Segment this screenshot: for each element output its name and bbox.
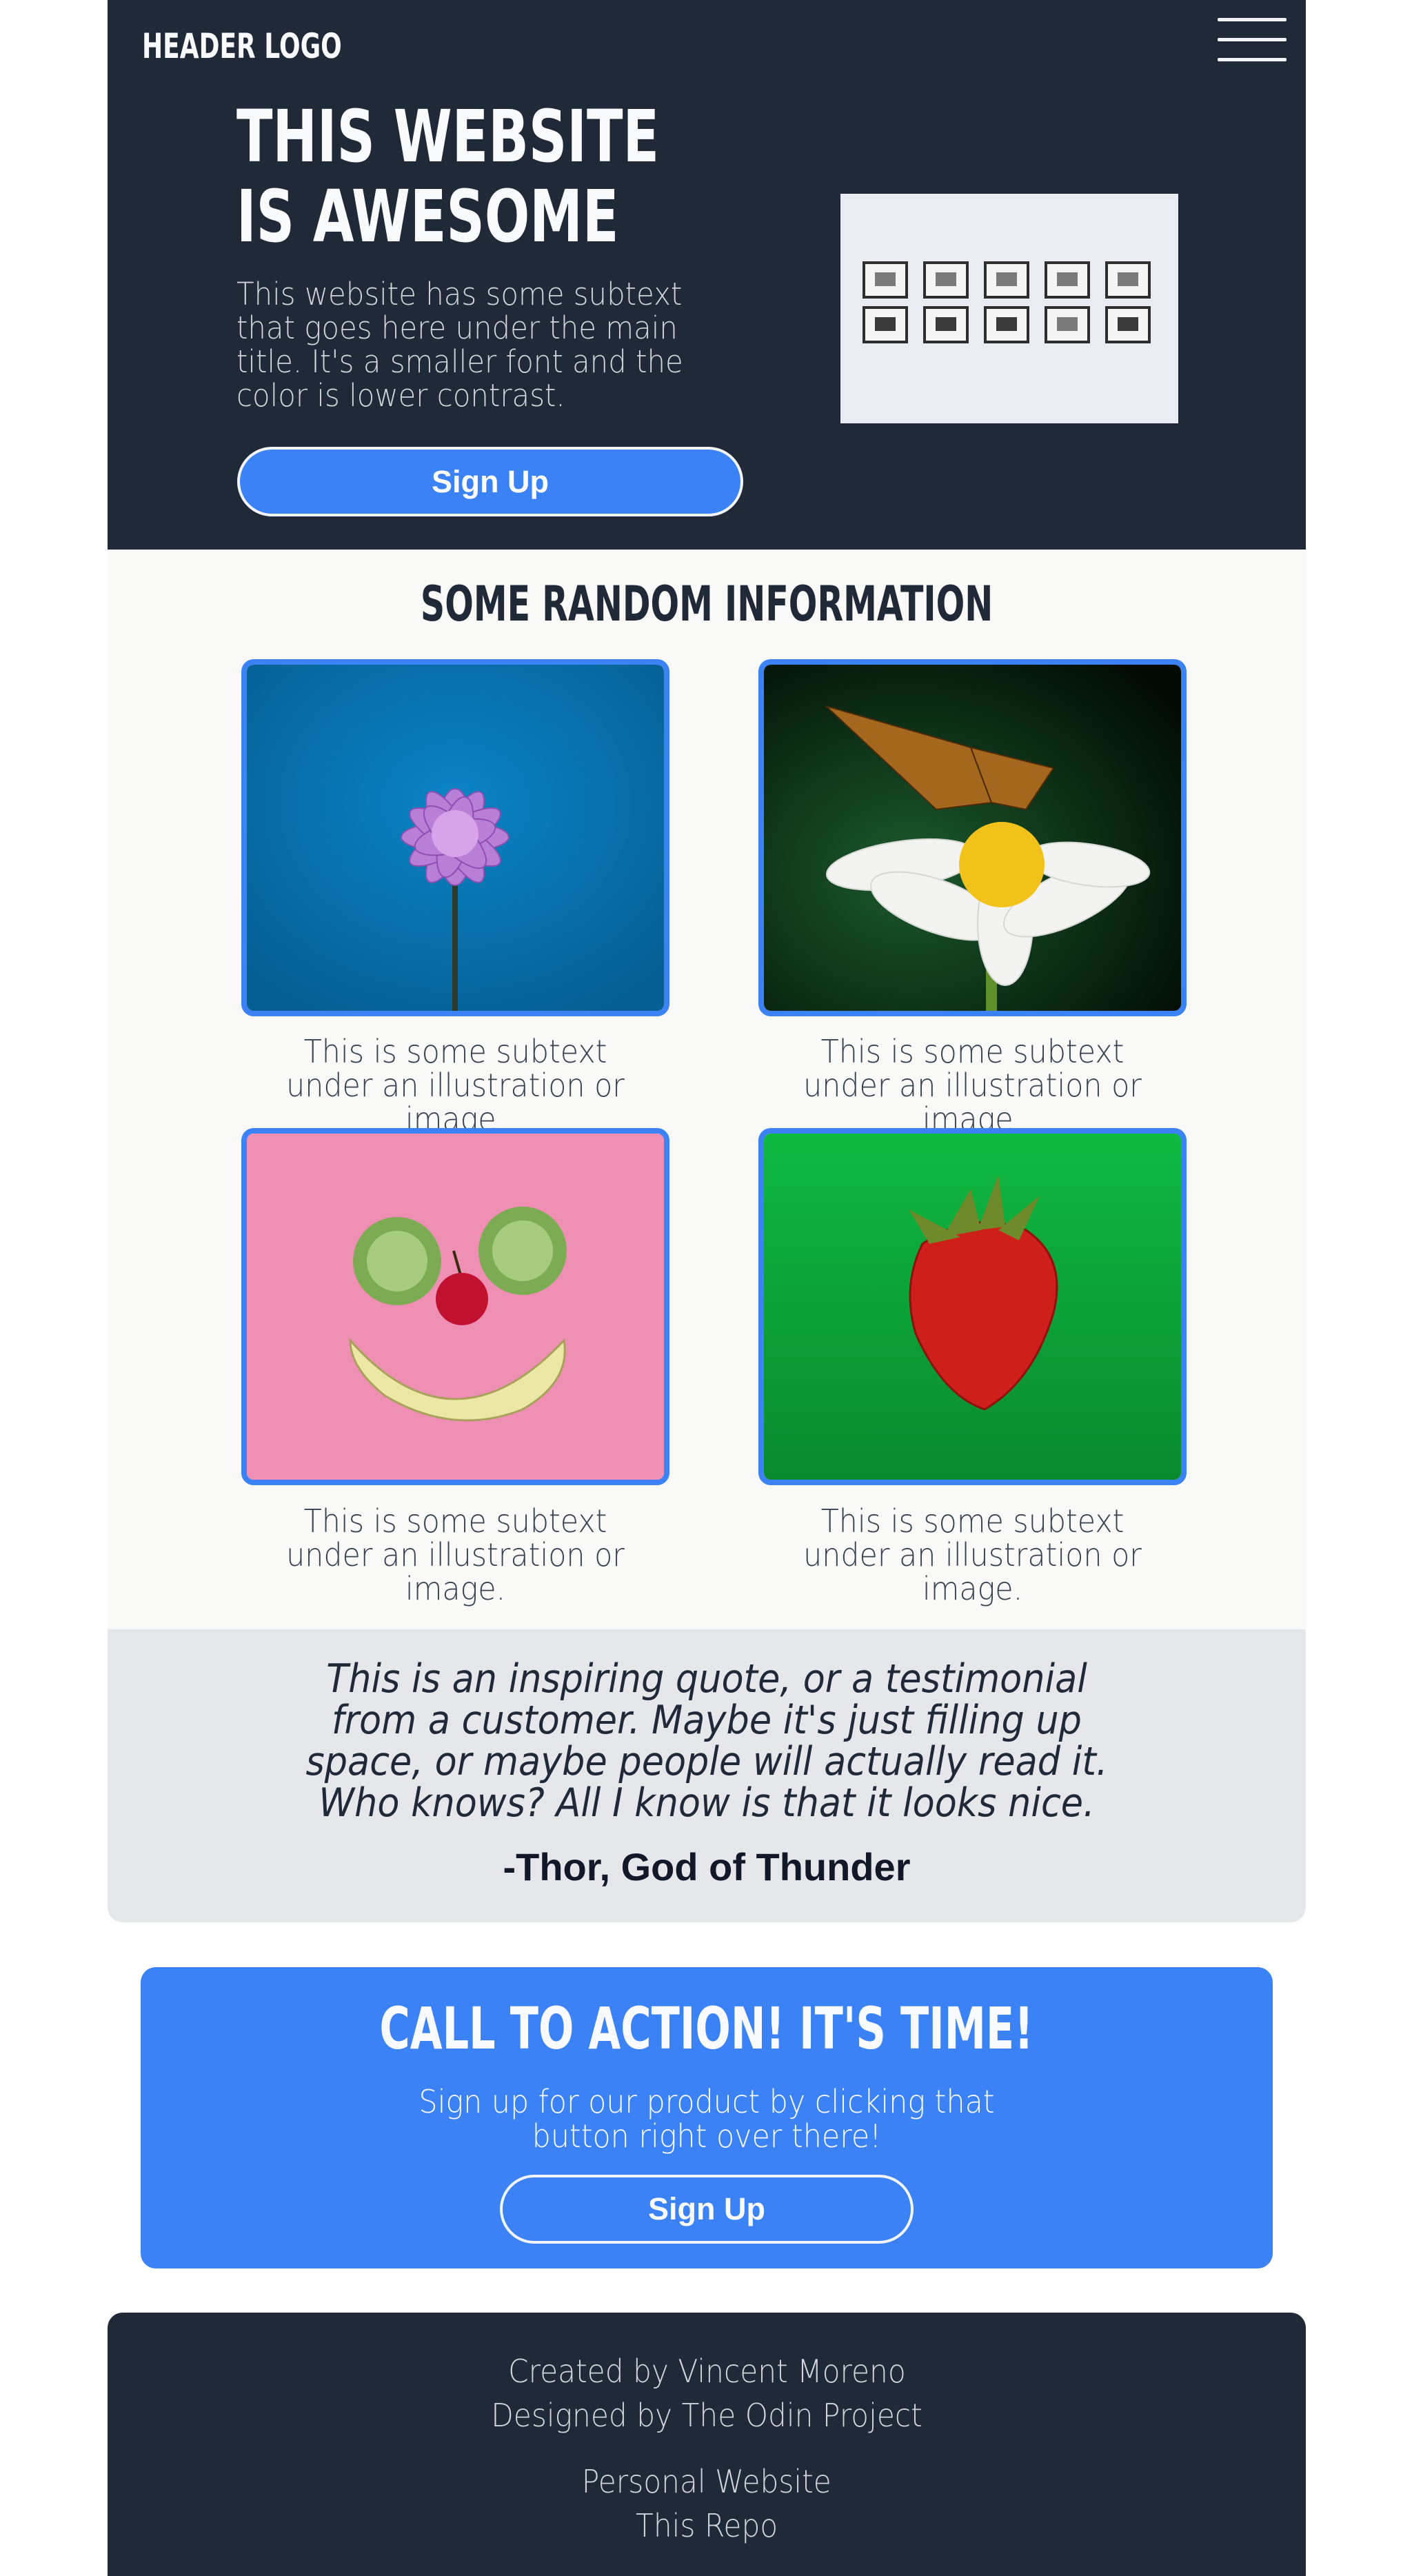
- fruit-smiley-face-photo: [247, 1134, 664, 1480]
- cta-text: Sign up for our product by clicking that…: [418, 2083, 995, 2155]
- hero-signup-button[interactable]: Sign Up: [237, 447, 743, 516]
- card-caption: This is some subtext under an illustrati…: [286, 1033, 625, 1138]
- footer-designed-by: Designed by The Odin Project: [491, 2397, 922, 2434]
- card-caption: This is some subtext under an illustrati…: [803, 1033, 1142, 1138]
- card-image-fruit-smiley: [241, 1128, 669, 1485]
- quote-author: -Thor, God of Thunder: [503, 1845, 911, 1889]
- framed-pictures-illustration: [840, 194, 1178, 423]
- footer-created-by: Created by Vincent Moreno: [507, 2353, 906, 2390]
- hero-title: THIS WEBSITE IS AWESOME: [236, 94, 660, 259]
- card-image-strawberry: [758, 1128, 1187, 1485]
- purple-flower-photo: [247, 665, 664, 1011]
- menu-bar: [1218, 38, 1287, 41]
- footer: Created by Vincent Moreno Designed by Th…: [108, 2313, 1306, 2576]
- hero-header: HEADER LOGO THIS WEBSITE IS AWESOME This…: [108, 0, 1306, 550]
- footer-repo-link[interactable]: This Repo: [108, 2507, 1306, 2544]
- info-section: SOME RANDOM INFORMATION This is some sub…: [108, 550, 1306, 1629]
- hero-subtext: This website has some subtext that goes …: [236, 276, 683, 414]
- card-image-purple-flower: [241, 659, 669, 1016]
- strawberry-on-green-photo: [764, 1134, 1181, 1480]
- info-title: SOME RANDOM INFORMATION: [420, 576, 994, 632]
- card-caption: This is some subtext under an illustrati…: [286, 1502, 625, 1607]
- footer-personal-website-link[interactable]: Personal Website: [108, 2463, 1306, 2500]
- card-caption: This is some subtext under an illustrati…: [803, 1502, 1142, 1607]
- menu-bar: [1218, 58, 1287, 61]
- card-image-butterfly: [758, 659, 1187, 1016]
- quote-text: This is an inspiring quote, or a testimo…: [305, 1656, 1108, 1826]
- quote-section: This is an inspiring quote, or a testimo…: [108, 1629, 1306, 1922]
- menu-bar: [1218, 18, 1287, 21]
- hamburger-menu-icon[interactable]: [1218, 18, 1287, 63]
- cta-title: CALL TO ACTION! IT'S TIME!: [379, 1995, 1034, 2062]
- call-to-action-section: CALL TO ACTION! IT'S TIME! Sign up for o…: [141, 1967, 1273, 2268]
- butterfly-on-daisy-photo: [764, 665, 1181, 1011]
- header-logo[interactable]: HEADER LOGO: [142, 26, 342, 66]
- cta-signup-button[interactable]: Sign Up: [500, 2175, 914, 2244]
- hero-image: [840, 194, 1178, 423]
